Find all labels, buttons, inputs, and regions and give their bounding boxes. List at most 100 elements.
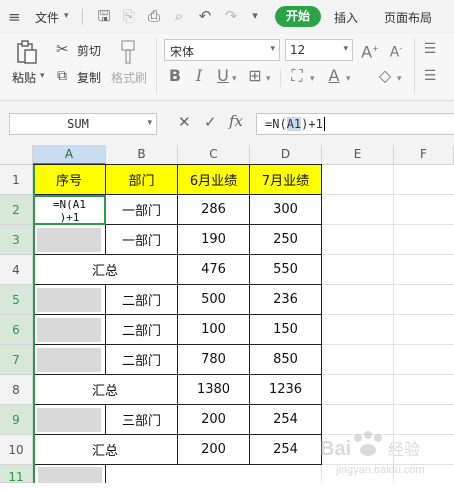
table-cell[interactable]: 254	[250, 405, 322, 435]
chevron-down-icon[interactable]: ▾	[64, 11, 69, 21]
table-cell[interactable]: 190	[178, 225, 250, 255]
print-preview-icon[interactable]: ⌕	[170, 7, 188, 25]
table-cell[interactable]: 一部门	[106, 195, 178, 225]
table-cell[interactable]: 二部门	[106, 285, 178, 315]
row-header-9[interactable]: 9	[0, 405, 33, 435]
table-cell[interactable]	[106, 465, 322, 483]
table-cell[interactable]	[33, 315, 106, 345]
table-cell[interactable]	[33, 345, 106, 375]
table-cell[interactable]: 三部门	[106, 405, 178, 435]
row-header-2[interactable]: 2	[0, 195, 33, 225]
eraser-chevron-icon[interactable]: ▾	[397, 74, 402, 84]
header-seq-cell[interactable]: 序号	[33, 165, 106, 195]
table-cell[interactable]: 550	[250, 255, 322, 285]
fx-button[interactable]: fx	[229, 112, 243, 130]
table-cell[interactable]: 二部门	[106, 345, 178, 375]
row-header-4[interactable]: 4	[0, 255, 33, 285]
confirm-icon[interactable]: ✓	[204, 113, 217, 131]
save-icon[interactable]: 🖫	[95, 7, 113, 25]
select-all-corner[interactable]	[0, 145, 33, 165]
name-box[interactable]: SUM ▾	[9, 113, 157, 135]
table-cell[interactable]: 100	[178, 315, 250, 345]
paste-chevron-icon[interactable]: ▾	[40, 71, 45, 81]
format-painter-button[interactable]: 格式刷	[111, 69, 147, 86]
chevron-down-icon[interactable]: ▾	[270, 44, 275, 54]
row-header-8[interactable]: 8	[0, 375, 33, 405]
table-cell[interactable]: 一部门	[106, 225, 178, 255]
column-header-b[interactable]: B	[106, 145, 178, 165]
paste-icon[interactable]	[16, 40, 38, 64]
border-icon[interactable]: ⊞	[246, 66, 264, 86]
align-top-icon[interactable]: ☰	[420, 39, 440, 59]
header-june-cell[interactable]: 6月业绩	[178, 165, 250, 195]
table-cell[interactable]	[34, 465, 106, 483]
table-cell[interactable]: 254	[250, 435, 322, 465]
table-cell[interactable]: 250	[250, 225, 322, 255]
table-cell[interactable]: 200	[178, 405, 250, 435]
table-cell[interactable]: 476	[178, 255, 250, 285]
table-cell[interactable]: 286	[178, 195, 250, 225]
chevron-down-icon[interactable]: ▾	[147, 118, 152, 128]
column-header-f[interactable]: F	[394, 145, 454, 165]
align-left-icon[interactable]: ☰	[420, 66, 440, 86]
table-cell[interactable]: 二部门	[106, 315, 178, 345]
tab-start[interactable]: 开始	[275, 6, 321, 27]
row-header-3[interactable]: 3	[0, 225, 33, 255]
hamburger-icon[interactable]: ≡	[8, 8, 21, 26]
copy-button[interactable]: 复制	[77, 69, 101, 86]
row-header-5[interactable]: 5	[0, 285, 33, 315]
row-header-11[interactable]: 11	[0, 465, 33, 484]
table-cell[interactable]: 236	[250, 285, 322, 315]
row-header-7[interactable]: 7	[0, 345, 33, 375]
formula-input[interactable]: =N(A1)+1	[256, 113, 454, 135]
table-cell[interactable]	[33, 225, 106, 255]
table-cell[interactable]: 200	[178, 435, 250, 465]
table-cell[interactable]: 1236	[250, 375, 322, 405]
column-header-a[interactable]: A	[33, 145, 106, 165]
table-cell[interactable]: 300	[250, 195, 322, 225]
more-chevron-icon[interactable]: ▾	[246, 7, 264, 25]
eraser-icon[interactable]: ◇	[375, 66, 395, 86]
summary-label-cell[interactable]: 汇总	[33, 375, 178, 405]
redo-icon[interactable]: ↷	[222, 7, 240, 25]
print-icon[interactable]: ⎙	[145, 7, 163, 25]
fill-chevron-icon[interactable]: ▾	[310, 74, 315, 84]
bold-icon[interactable]: B	[166, 66, 184, 86]
copy-icon[interactable]: ⧉	[57, 68, 67, 84]
tab-page-layout[interactable]: 页面布局	[384, 9, 432, 26]
table-cell[interactable]	[33, 285, 106, 315]
export-icon[interactable]: ⎘	[120, 7, 138, 25]
undo-icon[interactable]: ↶	[196, 7, 214, 25]
table-cell[interactable]: 1380	[178, 375, 250, 405]
table-cell[interactable]: 850	[250, 345, 322, 375]
table-cell[interactable]: 150	[250, 315, 322, 345]
underline-icon[interactable]: U	[214, 66, 232, 86]
header-july-cell[interactable]: 7月业绩	[250, 165, 322, 195]
format-painter-icon[interactable]	[119, 39, 137, 65]
font-size-select[interactable]: 12 ▾	[285, 39, 353, 61]
table-cell[interactable]: 780	[178, 345, 250, 375]
underline-chevron-icon[interactable]: ▾	[232, 74, 237, 84]
cut-button[interactable]: 剪切	[77, 42, 101, 59]
header-dept-cell[interactable]: 部门	[106, 165, 178, 195]
paste-label[interactable]: 粘贴	[12, 69, 36, 86]
row-header-6[interactable]: 6	[0, 315, 33, 345]
cancel-icon[interactable]: ✕	[178, 113, 191, 131]
font-color-icon[interactable]: A	[324, 66, 344, 86]
decrease-font-icon[interactable]: A-	[386, 39, 406, 63]
file-menu[interactable]: 文件	[35, 9, 59, 26]
row-header-10[interactable]: 10	[0, 435, 33, 465]
font-color-chevron-icon[interactable]: ▾	[346, 74, 351, 84]
fill-color-icon[interactable]: ⛶	[286, 66, 308, 86]
font-name-select[interactable]: 宋体 ▾	[164, 39, 280, 61]
scissors-icon[interactable]: ✂	[56, 40, 69, 58]
editing-cell-a2[interactable]: =N(A1 )+1	[33, 195, 106, 225]
row-header-1[interactable]: 1	[0, 165, 33, 195]
italic-icon[interactable]: I	[190, 66, 208, 86]
column-header-c[interactable]: C	[178, 145, 250, 165]
column-header-d[interactable]: D	[250, 145, 322, 165]
table-cell[interactable]: 500	[178, 285, 250, 315]
column-header-e[interactable]: E	[322, 145, 394, 165]
chevron-down-icon[interactable]: ▾	[343, 44, 348, 54]
table-cell[interactable]	[33, 405, 106, 435]
